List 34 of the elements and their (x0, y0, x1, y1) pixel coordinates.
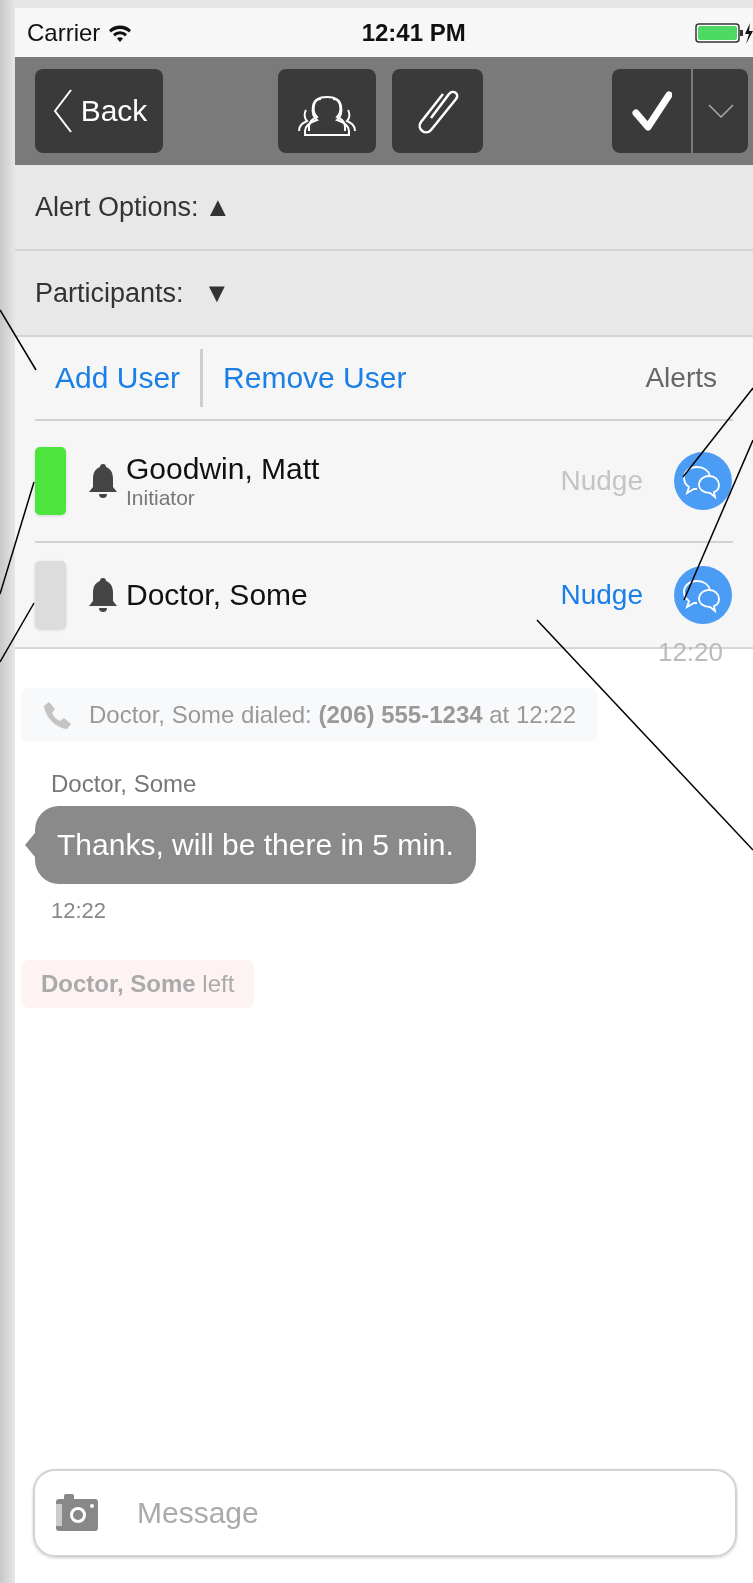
participant-name: Goodwin, Matt (126, 452, 320, 486)
section-toggle[interactable]: Participants: ▼ (35, 277, 231, 309)
message-bubble: Thanks, will be there in 5 min. (35, 806, 476, 884)
call-note: Doctor, Some dialed: (206) 555-1234 at 12:22 (89, 701, 576, 729)
section-toggle[interactable]: Alert Options: ▲ (35, 191, 232, 223)
chevron-down-icon (707, 104, 734, 118)
bell-icon (88, 462, 118, 500)
participant-name: Doctor, Some (126, 578, 308, 612)
remove-user-link[interactable]: Remove User (203, 361, 427, 395)
carrier-label: Carrier (27, 18, 133, 47)
clock-time: 12:41 PM (360, 18, 467, 47)
back-button[interactable]: Back (35, 69, 163, 153)
add-user-link[interactable]: Add User (35, 361, 201, 395)
message-time: 12:22 (51, 898, 107, 924)
attachment-button[interactable] (392, 69, 483, 153)
participants-button[interactable] (278, 69, 376, 153)
checkmark-icon (631, 91, 672, 131)
message-input[interactable]: Message (135, 1495, 735, 1531)
chat-icon (673, 565, 733, 625)
message-field[interactable]: Message (33, 1469, 737, 1557)
camera-icon (55, 1493, 99, 1533)
bell-icon (88, 576, 118, 614)
left-note: Doctor, Some left (41, 970, 235, 997)
leader-line (0, 309, 37, 371)
participant-role: Initiator (126, 486, 196, 510)
leader-line (0, 602, 35, 663)
faded-time: 12:20 (657, 637, 723, 668)
chat-icon (673, 451, 733, 511)
nudge-button[interactable]: Nudge (560, 579, 673, 611)
phone-icon (43, 700, 73, 730)
sender-name: Doctor, Some (51, 770, 197, 798)
alerts-heading: Alerts (645, 362, 718, 394)
bubble-tail (25, 833, 35, 857)
confirm-button[interactable] (612, 69, 691, 153)
